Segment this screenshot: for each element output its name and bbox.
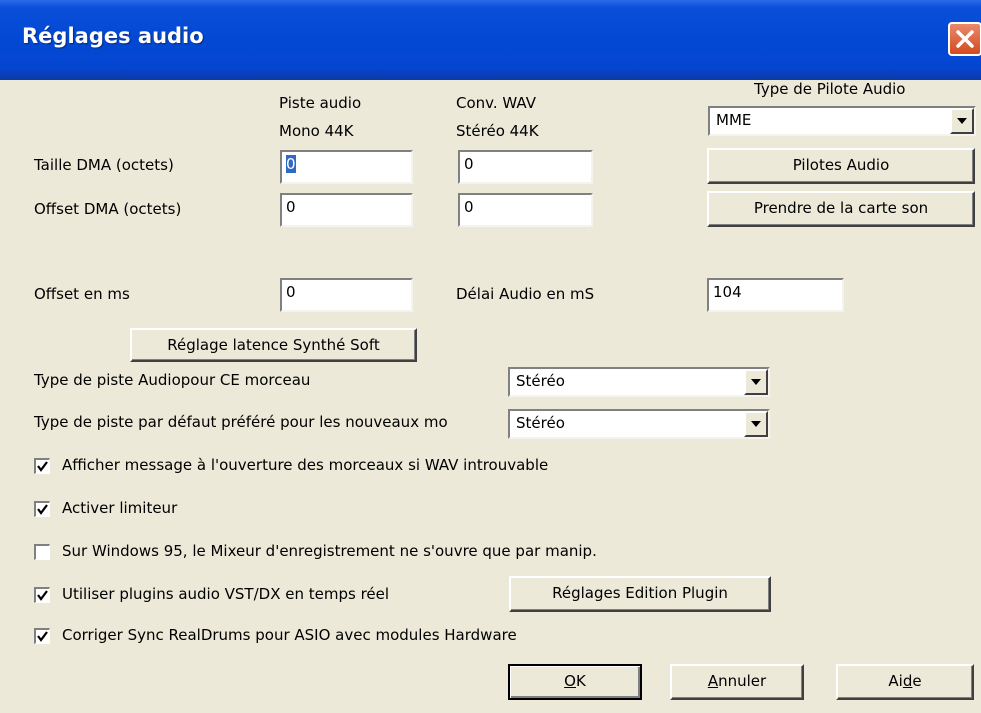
dma-offset-stereo-input[interactable]: 0 bbox=[458, 193, 593, 227]
cancel-button[interactable]: Annuler bbox=[670, 664, 804, 700]
chevron-down-icon bbox=[957, 118, 967, 124]
header-stereo-line2: Stéréo 44K bbox=[456, 122, 539, 140]
ok-button[interactable]: OK bbox=[508, 664, 642, 700]
dma-size-stereo-value: 0 bbox=[464, 155, 474, 173]
checkmark-icon bbox=[37, 631, 48, 642]
dma-size-mono-value: 0 bbox=[286, 155, 296, 173]
dma-offset-stereo-value: 0 bbox=[464, 198, 474, 216]
soft-synth-latency-button[interactable]: Réglage latence Synthé Soft bbox=[130, 328, 417, 362]
help-button[interactable]: Aide bbox=[836, 664, 974, 700]
song-track-type-value: Stéréo bbox=[516, 372, 565, 390]
checkmark-icon bbox=[37, 504, 48, 515]
checkbox-realtime-plugins[interactable] bbox=[34, 587, 50, 603]
realdrums-sync-label: Corriger Sync RealDrums pour ASIO avec m… bbox=[62, 626, 517, 644]
driver-type-value: MME bbox=[716, 111, 752, 129]
ok-label-rest: K bbox=[575, 672, 586, 690]
win95-mixer-label: Sur Windows 95, le Mixeur d'enregistreme… bbox=[62, 542, 597, 560]
dma-offset-mono-input[interactable]: 0 bbox=[280, 193, 413, 227]
checkmark-icon bbox=[37, 590, 48, 601]
header-stereo-line1: Conv. WAV bbox=[456, 94, 536, 112]
from-sound-card-button[interactable]: Prendre de la carte son bbox=[707, 191, 975, 227]
audio-delay-value: 104 bbox=[713, 283, 742, 301]
realtime-plugins-label: Utiliser plugins audio VST/DX en temps r… bbox=[62, 585, 390, 603]
chevron-down-icon bbox=[751, 421, 761, 427]
driver-dropdown-button[interactable] bbox=[950, 108, 974, 134]
help-label-rest: e bbox=[912, 672, 922, 690]
cancel-mnemonic: A bbox=[707, 672, 719, 690]
dma-offset-mono-value: 0 bbox=[286, 198, 296, 216]
dma-size-label: Taille DMA (octets) bbox=[34, 156, 174, 174]
checkmark-icon bbox=[37, 461, 48, 472]
cancel-label-rest: nnuler bbox=[718, 672, 767, 690]
title-bar: Réglages audio bbox=[0, 0, 981, 80]
song-track-type-label: Type de piste Audiopour CE morceau bbox=[34, 371, 311, 389]
driver-type-label: Type de Pilote Audio bbox=[754, 80, 906, 98]
checkbox-enable-limiter[interactable] bbox=[34, 501, 50, 517]
song-track-type-select[interactable]: Stéréo bbox=[508, 367, 770, 397]
plugin-edit-settings-button[interactable]: Réglages Edition Plugin bbox=[509, 576, 771, 612]
audio-drivers-button[interactable]: Pilotes Audio bbox=[707, 148, 975, 184]
default-track-dropdown-button[interactable] bbox=[744, 411, 768, 437]
driver-type-select[interactable]: MME bbox=[708, 106, 976, 136]
help-label-pre: Ai bbox=[888, 672, 903, 690]
close-icon bbox=[956, 30, 974, 48]
checkbox-realdrums-sync[interactable] bbox=[34, 628, 50, 644]
dma-offset-label: Offset DMA (octets) bbox=[34, 200, 182, 218]
help-mnemonic: d bbox=[902, 672, 913, 690]
audio-delay-input[interactable]: 104 bbox=[707, 278, 844, 312]
checkbox-win95-mixer[interactable] bbox=[34, 544, 50, 560]
dma-size-stereo-input[interactable]: 0 bbox=[458, 150, 593, 184]
checkbox-wav-missing-message[interactable] bbox=[34, 458, 50, 474]
song-track-dropdown-button[interactable] bbox=[744, 369, 768, 395]
enable-limiter-label: Activer limiteur bbox=[62, 499, 178, 517]
default-track-type-label: Type de piste par défaut préféré pour le… bbox=[34, 413, 448, 431]
header-mono-line1: Piste audio bbox=[279, 94, 362, 112]
wav-missing-message-label: Afficher message à l'ouverture des morce… bbox=[62, 456, 549, 474]
dialog-body: Piste audio Mono 44K Conv. WAV Stéréo 44… bbox=[0, 80, 981, 713]
chevron-down-icon bbox=[751, 379, 761, 385]
offset-ms-input[interactable]: 0 bbox=[280, 278, 413, 312]
offset-ms-label: Offset en ms bbox=[34, 285, 130, 303]
window-title: Réglages audio bbox=[22, 24, 204, 48]
header-mono-line2: Mono 44K bbox=[279, 122, 354, 140]
close-button[interactable] bbox=[948, 22, 981, 56]
dma-size-mono-input[interactable]: 0 bbox=[280, 150, 413, 184]
audio-delay-label: Délai Audio en mS bbox=[456, 285, 595, 303]
ok-mnemonic: O bbox=[564, 672, 576, 690]
default-track-type-value: Stéréo bbox=[516, 414, 565, 432]
offset-ms-value: 0 bbox=[286, 283, 296, 301]
default-track-type-select[interactable]: Stéréo bbox=[508, 409, 770, 439]
